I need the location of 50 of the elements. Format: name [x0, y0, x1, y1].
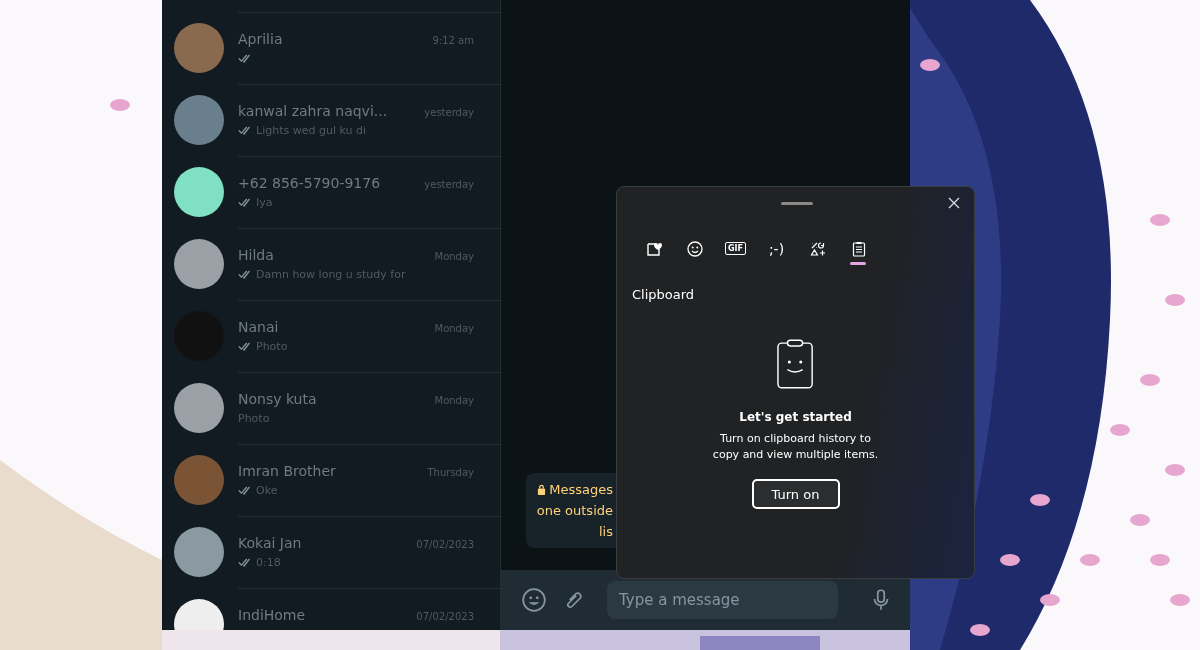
message-preview: Iya [256, 196, 273, 209]
chat-time: Monday [434, 250, 474, 262]
chat-time: 9:12 am [432, 34, 474, 46]
notice-text: one outside [536, 503, 613, 518]
chat-item[interactable]: +62 856-5790-9176 yesterday Iya [162, 156, 500, 228]
chat-item[interactable]: Imran Brother Thursday Oke [162, 444, 500, 516]
contact-name: Imran Brother [238, 462, 336, 479]
turn-on-button[interactable]: Turn on [751, 479, 840, 509]
chat-time: 07/02/2023 [416, 538, 474, 550]
symbols-icon [809, 240, 826, 257]
contact-name: +62 856-5790-9176 [238, 174, 381, 191]
contact-name: IndiHome [238, 606, 306, 623]
empty-message: Turn on clipboard history to copy and view multiple items. [711, 431, 880, 463]
chat-item[interactable]: Nanai Monday Photo [162, 300, 500, 372]
contact-name: Hilda [238, 246, 274, 263]
chat-time: Monday [434, 394, 474, 406]
clipboard-icon [776, 338, 815, 390]
panel-tab[interactable]: ;-) [758, 232, 795, 265]
section-heading: Clipboard [632, 287, 696, 302]
contact-name: kanwal zahra naqvi... [238, 102, 388, 119]
notice-text: Messages [549, 482, 613, 497]
drag-handle[interactable] [781, 202, 813, 205]
message-preview: Photo [256, 340, 288, 353]
contact-name: Nanai [238, 318, 279, 335]
contact-name: Nonsy kuta [238, 390, 317, 407]
clipboard-icon [850, 240, 867, 257]
chat-time: yesterday [424, 106, 474, 118]
contact-name: Kokai Jan [238, 534, 302, 551]
message-preview: Lights wed gul ku di [256, 124, 366, 137]
chat-time: Monday [434, 322, 474, 334]
empty-title: Let's get started [739, 410, 852, 424]
lock-icon [537, 484, 547, 495]
sticker-icon [645, 240, 662, 257]
message-preview: Photo [238, 412, 270, 425]
chat-item[interactable]: Kokai Jan 07/02/2023 0:18 [162, 516, 500, 588]
emoji-icon[interactable] [521, 587, 547, 613]
chat-item[interactable]: Nonsy kuta Monday Photo [162, 372, 500, 444]
message-input[interactable]: Type a message [607, 581, 838, 619]
chat-time: 07/02/2023 [416, 610, 474, 622]
message-preview: 0:18 [256, 556, 281, 569]
chat-time: Thursday [427, 466, 474, 478]
chat-time: yesterday [424, 178, 474, 190]
chat-item[interactable]: kanwal zahra naqvi... yesterday Lights wed gul ku di [162, 84, 500, 156]
contact-name: Aprilia [238, 30, 283, 47]
panel-tab[interactable]: GIF [717, 232, 754, 265]
notice-text: lis [599, 524, 613, 539]
chat-item[interactable]: IndiHome 07/02/2023 [162, 588, 500, 630]
chat-item[interactable]: Aprilia 9:12 am [162, 12, 500, 84]
emoji-icon [686, 240, 703, 257]
message-preview: Oke [256, 484, 278, 497]
